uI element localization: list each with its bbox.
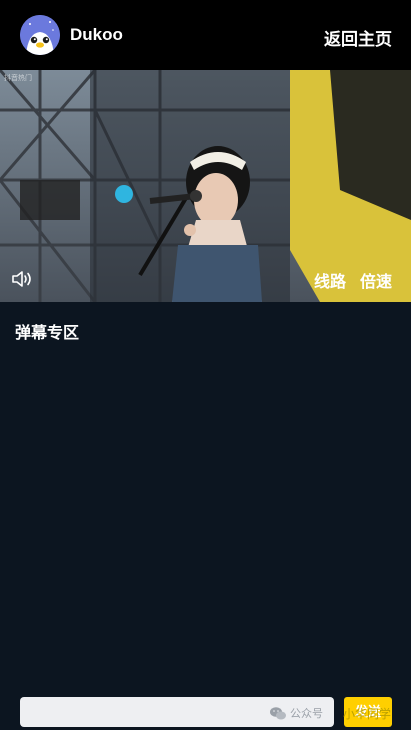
route-button[interactable]: 线路 [314,268,346,292]
danmaku-section-title: 弹幕专区 [15,325,80,342]
app-logo-avatar [20,15,60,55]
top-bar: Dukoo 返回主页 [0,0,411,70]
video-corner-watermark: 抖音热门 [4,75,32,82]
video-frame [0,70,411,302]
danmaku-input-bar: 公众号 发送 小华同学 [0,694,411,730]
video-player[interactable]: 抖音热门 线路 倍速 [0,70,411,302]
speaker-icon[interactable] [11,269,35,289]
danmaku-input[interactable] [20,697,334,727]
speed-button[interactable]: 倍速 [360,268,392,292]
app-name: Dukoo [70,25,123,44]
send-button[interactable]: 发送 [344,697,392,727]
return-home-button[interactable]: 返回主页 [324,25,392,50]
